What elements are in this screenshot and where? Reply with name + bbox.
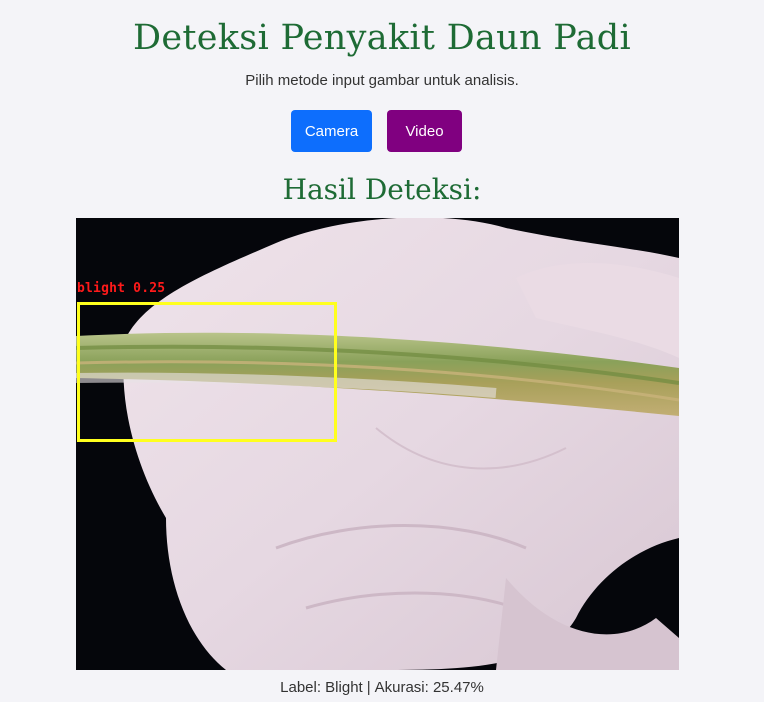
result-accuracy-text: Akurasi: 25.47% bbox=[374, 679, 484, 696]
detection-label: blight 0.25 bbox=[77, 281, 166, 296]
page: Deteksi Penyakit Daun Padi Pilih metode … bbox=[0, 0, 764, 702]
result-separator: | bbox=[366, 679, 371, 696]
video-button[interactable]: Video bbox=[387, 110, 462, 152]
camera-button[interactable]: Camera bbox=[291, 110, 372, 152]
page-subtitle: Pilih metode input gambar untuk analisis… bbox=[245, 72, 519, 89]
detection-bounding-box bbox=[77, 302, 337, 442]
camera-frame-illustration bbox=[76, 218, 679, 670]
result-label-text: Label: Blight bbox=[280, 679, 363, 696]
result-heading: Hasil Deteksi: bbox=[282, 173, 482, 206]
page-title: Deteksi Penyakit Daun Padi bbox=[133, 18, 631, 58]
detection-result-image: blight 0.25 bbox=[76, 218, 679, 670]
result-caption: Label: Blight | Akurasi: 25.47% bbox=[0, 679, 764, 696]
